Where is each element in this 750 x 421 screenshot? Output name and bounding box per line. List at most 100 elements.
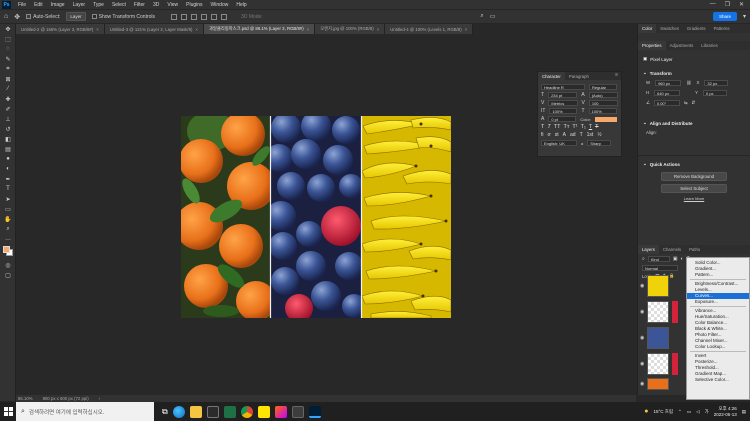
- menu-view[interactable]: View: [163, 2, 182, 8]
- tab-swatches[interactable]: Swatches: [656, 24, 683, 33]
- menu-item-color-lookup[interactable]: Color Lookup...: [687, 344, 749, 350]
- font-size-field[interactable]: 234 pt: [548, 92, 578, 98]
- blur-tool-icon[interactable]: ●: [0, 154, 16, 164]
- align-bottom-icon[interactable]: [221, 13, 228, 20]
- tab-color[interactable]: Color: [638, 24, 657, 33]
- y-field[interactable]: 0 px: [702, 90, 727, 96]
- weather-text[interactable]: 15°C 흐림: [653, 409, 673, 415]
- filter-adjustment-icon[interactable]: ◐: [681, 256, 684, 262]
- tracking-field[interactable]: 100: [588, 100, 618, 106]
- tab-orange-jpg[interactable]: 오렌지.jpg @ 100% (RGB/8) ×: [315, 24, 386, 34]
- menu-item-selective-color[interactable]: Selective Color...: [687, 377, 749, 383]
- menu-window[interactable]: Window: [207, 2, 233, 8]
- tab-layers[interactable]: Layers: [638, 245, 659, 254]
- move-tool-icon[interactable]: ✥: [0, 24, 16, 34]
- eyedropper-tool-icon[interactable]: ⁄: [0, 84, 16, 94]
- layer-row[interactable]: ◉: [638, 351, 688, 377]
- marquee-tool-icon[interactable]: ⬚: [0, 34, 16, 44]
- windows-start-button[interactable]: [0, 402, 16, 421]
- kerning-field[interactable]: Metrics: [548, 100, 578, 106]
- menu-3d[interactable]: 3D: [149, 2, 163, 8]
- menu-select[interactable]: Select: [108, 2, 130, 8]
- menu-edit[interactable]: Edit: [30, 2, 47, 8]
- faux-bold-icon[interactable]: T: [541, 124, 544, 130]
- move-tool-icon[interactable]: ✥: [14, 13, 20, 21]
- auto-select-checkbox[interactable]: Auto-Select:: [26, 14, 60, 20]
- quick-actions-section[interactable]: ⌄ Quick Actions: [638, 159, 750, 169]
- alternates-icon[interactable]: A: [563, 132, 566, 138]
- tab-properties[interactable]: Properties: [638, 41, 666, 50]
- baseline-shift-field[interactable]: 0 pt: [548, 116, 577, 122]
- horizontal-scale-field[interactable]: 100%: [588, 108, 617, 114]
- menu-plugins[interactable]: Plugins: [182, 2, 206, 8]
- document-canvas[interactable]: [181, 116, 451, 318]
- ordinals-icon[interactable]: T: [580, 132, 583, 138]
- layer-row[interactable]: ◉: [638, 325, 688, 351]
- lasso-tool-icon[interactable]: ◌: [0, 44, 16, 54]
- tab-adjustments[interactable]: Adjustments: [666, 41, 698, 50]
- app-icon[interactable]: [291, 405, 304, 418]
- tab-untitled-3[interactable]: Untitled-3 @ 121% (Layer 2, Layer Mask/8…: [104, 24, 204, 34]
- taskbar-search-box[interactable]: ⌕ 검색하려면 여기에 입력하십시오.: [16, 402, 154, 421]
- blend-mode-select[interactable]: Normal: [642, 265, 678, 271]
- menu-image[interactable]: Image: [47, 2, 69, 8]
- font-style-select[interactable]: Regular: [589, 84, 617, 90]
- excel-icon[interactable]: [223, 405, 236, 418]
- superscript-icon[interactable]: T¹: [572, 124, 577, 130]
- layer-row[interactable]: ◉: [638, 299, 688, 325]
- subscript-icon[interactable]: T₁: [581, 124, 586, 130]
- align-right-icon[interactable]: [191, 13, 198, 20]
- small-caps-icon[interactable]: Tт: [563, 124, 569, 130]
- ime-indicator[interactable]: 가: [705, 409, 709, 415]
- foreground-color-swatch[interactable]: [3, 246, 10, 253]
- swash-icon[interactable]: st: [555, 132, 559, 138]
- link-icon[interactable]: ⛓: [686, 80, 691, 86]
- screen-mode-icon[interactable]: ▢: [0, 270, 16, 280]
- clock[interactable]: 오후 4:26 2022-05-13: [714, 406, 737, 418]
- document-size[interactable]: 800 px x 600 px (72 ppi): [43, 396, 89, 401]
- workspace-switcher-icon[interactable]: ▾: [743, 13, 746, 20]
- eraser-tool-icon[interactable]: ◧: [0, 134, 16, 144]
- frame-tool-icon[interactable]: ⊠: [0, 74, 16, 84]
- task-view-icon[interactable]: ⧉: [162, 407, 168, 417]
- media-player-icon[interactable]: [274, 405, 287, 418]
- align-middle-icon[interactable]: [211, 13, 218, 20]
- show-transform-checkbox[interactable]: Show Transform Controls: [91, 14, 155, 20]
- eye-icon[interactable]: ◉: [640, 361, 644, 367]
- close-icon[interactable]: ×: [307, 27, 310, 32]
- remove-background-button[interactable]: Remove Background: [661, 172, 727, 181]
- select-subject-button[interactable]: Select Subject: [661, 184, 727, 193]
- tab-fruit-clipping-mask[interactable]: 과일클리핑마스크.psd @ 86.1% (Layer 3, RGB/8#) ×: [203, 24, 316, 34]
- antialias-select[interactable]: Sharp: [587, 140, 612, 146]
- volume-icon[interactable]: ◁: [696, 409, 699, 415]
- clone-stamp-tool-icon[interactable]: ⊥: [0, 114, 16, 124]
- fractions-icon[interactable]: 1st: [587, 132, 594, 138]
- align-center-icon[interactable]: [181, 13, 188, 20]
- height-field[interactable]: 640 px: [654, 90, 681, 96]
- strikethrough-icon[interactable]: T: [595, 124, 598, 130]
- tab-untitled-2[interactable]: Untitled-2 @ 166% (Layer 3, RGB/8#) ×: [16, 24, 105, 34]
- tab-libraries[interactable]: Libraries: [697, 41, 721, 50]
- path-selection-tool-icon[interactable]: ➤: [0, 194, 16, 204]
- width-field[interactable]: 960 px: [655, 80, 682, 86]
- home-icon[interactable]: ⌂: [4, 13, 8, 20]
- rectangle-tool-icon[interactable]: ▭: [0, 204, 16, 214]
- transform-section[interactable]: ⌄ Transform: [638, 68, 750, 78]
- faux-italic-icon[interactable]: T: [547, 124, 550, 130]
- flip-vertical-icon[interactable]: ⇵: [691, 100, 695, 106]
- learn-more-link[interactable]: Learn More: [638, 196, 750, 201]
- panel-menu-icon[interactable]: ≡: [615, 72, 621, 80]
- eye-icon[interactable]: ◉: [640, 309, 644, 315]
- old-style-icon[interactable]: ơ: [548, 132, 551, 138]
- close-icon[interactable]: ×: [96, 27, 99, 32]
- gradient-tool-icon[interactable]: ▤: [0, 144, 16, 154]
- menu-filter[interactable]: Filter: [130, 2, 149, 8]
- share-button[interactable]: Share: [712, 12, 737, 21]
- align-top-icon[interactable]: [201, 13, 208, 20]
- more-tools-icon[interactable]: …: [0, 234, 16, 244]
- quick-mask-icon[interactable]: ◎: [0, 260, 16, 270]
- dodge-tool-icon[interactable]: ◐: [0, 164, 16, 174]
- align-section[interactable]: ⌄ Align and Distribute: [638, 118, 750, 128]
- x-field[interactable]: 32 px: [704, 80, 729, 86]
- zoom-tool-icon[interactable]: ⌕: [0, 224, 16, 234]
